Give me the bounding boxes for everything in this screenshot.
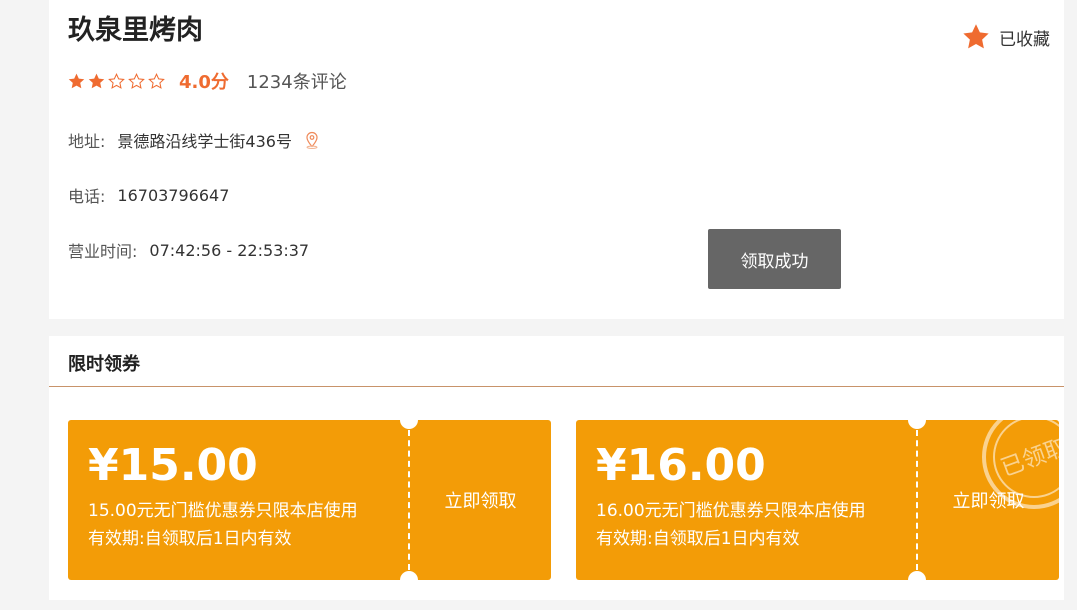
coupon-amount: ¥16.00 [596,440,766,491]
shop-info-card: 玖泉里烤肉 已收藏 4.0分 1234条评论 地址: 景德路沿线学士街436号 … [49,0,1064,319]
claim-coupon-button[interactable]: 立即领取 [410,420,551,580]
coupon-validity: 有效期:自领取后1日内有效 [88,529,292,549]
section-divider [49,386,1064,387]
hours-value: 07:42:56 - 22:53:37 [149,240,310,260]
star-outline-icon [148,72,165,89]
address-row: 地址: 景德路沿线学士街436号 [68,128,320,152]
rating-row: 4.0分 1234条评论 [67,68,347,94]
coupon-scallop-edge [576,426,580,574]
star-outline-icon [108,72,125,89]
stamp-text: 已领取 [997,434,1059,482]
coupon-amount: ¥15.00 [88,440,258,491]
star-filled-icon [68,73,85,88]
coupon-description: 15.00元无门槛优惠券只限本店使用 [88,501,358,521]
address-label: 地址: [68,132,106,151]
coupon-card: ¥16.00 16.00元无门槛优惠券只限本店使用 有效期:自领取后1日内有效 … [576,420,1059,580]
coupon-validity: 有效期:自领取后1日内有效 [596,529,800,549]
rating-stars [67,72,166,91]
claim-success-button[interactable]: 领取成功 [708,229,841,289]
phone-label: 电话: [68,187,106,206]
claimed-stamp-icon: 已领取 [982,420,1059,509]
shop-name: 玖泉里烤肉 [68,15,203,46]
address-value: 景德路沿线学士街436号 [117,132,292,151]
coupon-card: ¥15.00 15.00元无门槛优惠券只限本店使用 有效期:自领取后1日内有效 … [68,420,551,580]
phone-row: 电话: 16703796647 [68,183,229,207]
phone-value: 16703796647 [117,185,230,205]
review-count[interactable]: 1234条评论 [247,68,347,94]
hours-label: 营业时间: [68,242,138,261]
star-filled-icon [88,73,105,88]
coupon-scallop-edge [68,426,72,574]
hours-row: 营业时间: 07:42:56 - 22:53:37 [68,238,309,262]
coupon-section: 限时领券 ¥15.00 15.00元无门槛优惠券只限本店使用 有效期:自领取后1… [49,336,1064,600]
location-pin-icon[interactable] [304,131,320,149]
favorite-star-icon [963,24,989,49]
section-title: 限时领券 [68,354,140,375]
favorite-button[interactable]: 已收藏 [961,22,1050,52]
coupon-description: 16.00元无门槛优惠券只限本店使用 [596,501,866,521]
star-outline-icon [128,72,145,89]
rating-score: 4.0分 [179,72,229,93]
favorite-label: 已收藏 [999,29,1050,50]
